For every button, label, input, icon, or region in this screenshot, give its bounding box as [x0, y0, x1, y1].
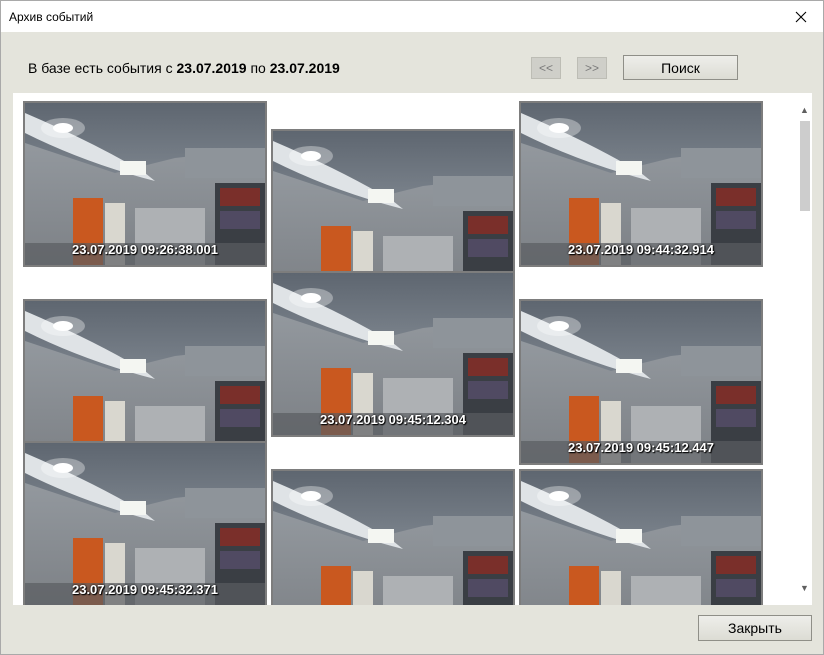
window-title: Архив событий: [9, 10, 94, 24]
range-to-date: 23.07.2019: [269, 60, 340, 76]
event-thumbnail[interactable]: 23.07.2019 09:45:32.371: [23, 441, 267, 605]
event-timestamp: 23.07.2019 09:26:38.001: [71, 242, 218, 257]
event-thumbnail[interactable]: 23.07.2019 09:46:04.257: [519, 469, 763, 605]
scrollbar-thumb[interactable]: [800, 121, 810, 211]
event-timestamp: 23.07.2019 09:44:32.914: [567, 242, 714, 257]
title-bar: Архив событий: [1, 1, 823, 32]
event-thumbnail[interactable]: 23.07.2019 09:45:12.304: [271, 271, 515, 437]
camera-frame-image: [521, 103, 761, 265]
close-window-button[interactable]: [779, 1, 823, 32]
camera-frame-image: [521, 301, 761, 463]
camera-frame-image: [25, 443, 265, 605]
scroll-up-icon[interactable]: ▲: [797, 103, 812, 117]
range-prefix: В базе есть события с: [28, 60, 173, 76]
archive-window: Архив событий В базе есть события с 23.0…: [0, 0, 824, 655]
event-thumbnail[interactable]: 23.07.2019 09:45:12.447: [519, 299, 763, 465]
prev-page-button[interactable]: <<: [531, 57, 561, 79]
camera-frame-image: [273, 471, 513, 605]
camera-frame-image: [25, 301, 265, 463]
event-thumbnail[interactable]: 23.07.2019 09:26:38.001: [23, 101, 267, 267]
event-timestamp: 23.07.2019 09:45:32.371: [71, 582, 218, 597]
scroll-down-icon[interactable]: ▼: [797, 581, 812, 595]
event-timestamp: 23.07.2019 09:45:12.447: [567, 440, 714, 455]
camera-frame-image: [273, 131, 513, 293]
events-range-text: В базе есть события с 23.07.2019 по 23.0…: [28, 60, 340, 76]
event-thumbnail[interactable]: 23.07.2019 09:45:32.356: [271, 469, 515, 605]
close-button[interactable]: Закрыть: [698, 615, 812, 641]
camera-frame-image: [273, 273, 513, 435]
range-middle: по: [250, 60, 266, 76]
event-timestamp: 23.07.2019 09:45:12.304: [319, 412, 466, 427]
camera-frame-image: [521, 471, 761, 605]
camera-frame-image: [25, 103, 265, 265]
thumbnail-grid: 23.07.2019 09:26:38.001 23.07.2019 09:27…: [13, 93, 812, 605]
range-from-date: 23.07.2019: [176, 60, 247, 76]
event-thumbnail[interactable]: 23.07.2019 09:44:32.914: [519, 101, 763, 267]
search-button[interactable]: Поиск: [623, 55, 738, 80]
vertical-scrollbar[interactable]: ▲ ▼: [797, 101, 812, 597]
next-page-button[interactable]: >>: [577, 57, 607, 79]
close-icon: [795, 11, 807, 22]
